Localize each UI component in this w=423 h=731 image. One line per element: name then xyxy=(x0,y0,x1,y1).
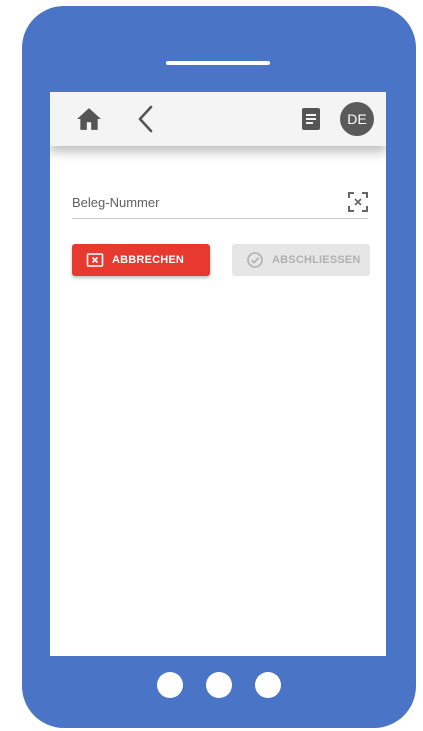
nav-dot-center[interactable] xyxy=(206,672,232,698)
finish-button-label: ABSCHLIESSEN xyxy=(272,254,361,266)
document-icon[interactable] xyxy=(300,107,322,131)
top-bar: DE xyxy=(50,92,386,146)
nav-dot-left[interactable] xyxy=(157,672,183,698)
language-avatar[interactable]: DE xyxy=(340,102,374,136)
cancel-button-label: ABBRECHEN xyxy=(112,254,185,266)
close-box-icon xyxy=(86,253,104,267)
receipt-number-field xyxy=(72,188,368,219)
chevron-left-icon[interactable] xyxy=(136,104,156,134)
app-screen: DE ABBRECHEN ABSCHLIESSEN xyxy=(50,92,386,656)
phone-speaker xyxy=(166,61,270,65)
home-icon[interactable] xyxy=(76,107,102,131)
cancel-button[interactable]: ABBRECHEN xyxy=(72,244,210,276)
scan-icon[interactable] xyxy=(348,192,368,212)
phone-frame: DE ABBRECHEN ABSCHLIESSEN xyxy=(22,6,416,728)
nav-dot-right[interactable] xyxy=(255,672,281,698)
finish-button[interactable]: ABSCHLIESSEN xyxy=(232,244,370,276)
check-circle-icon xyxy=(247,252,263,268)
receipt-number-input[interactable] xyxy=(72,192,332,212)
